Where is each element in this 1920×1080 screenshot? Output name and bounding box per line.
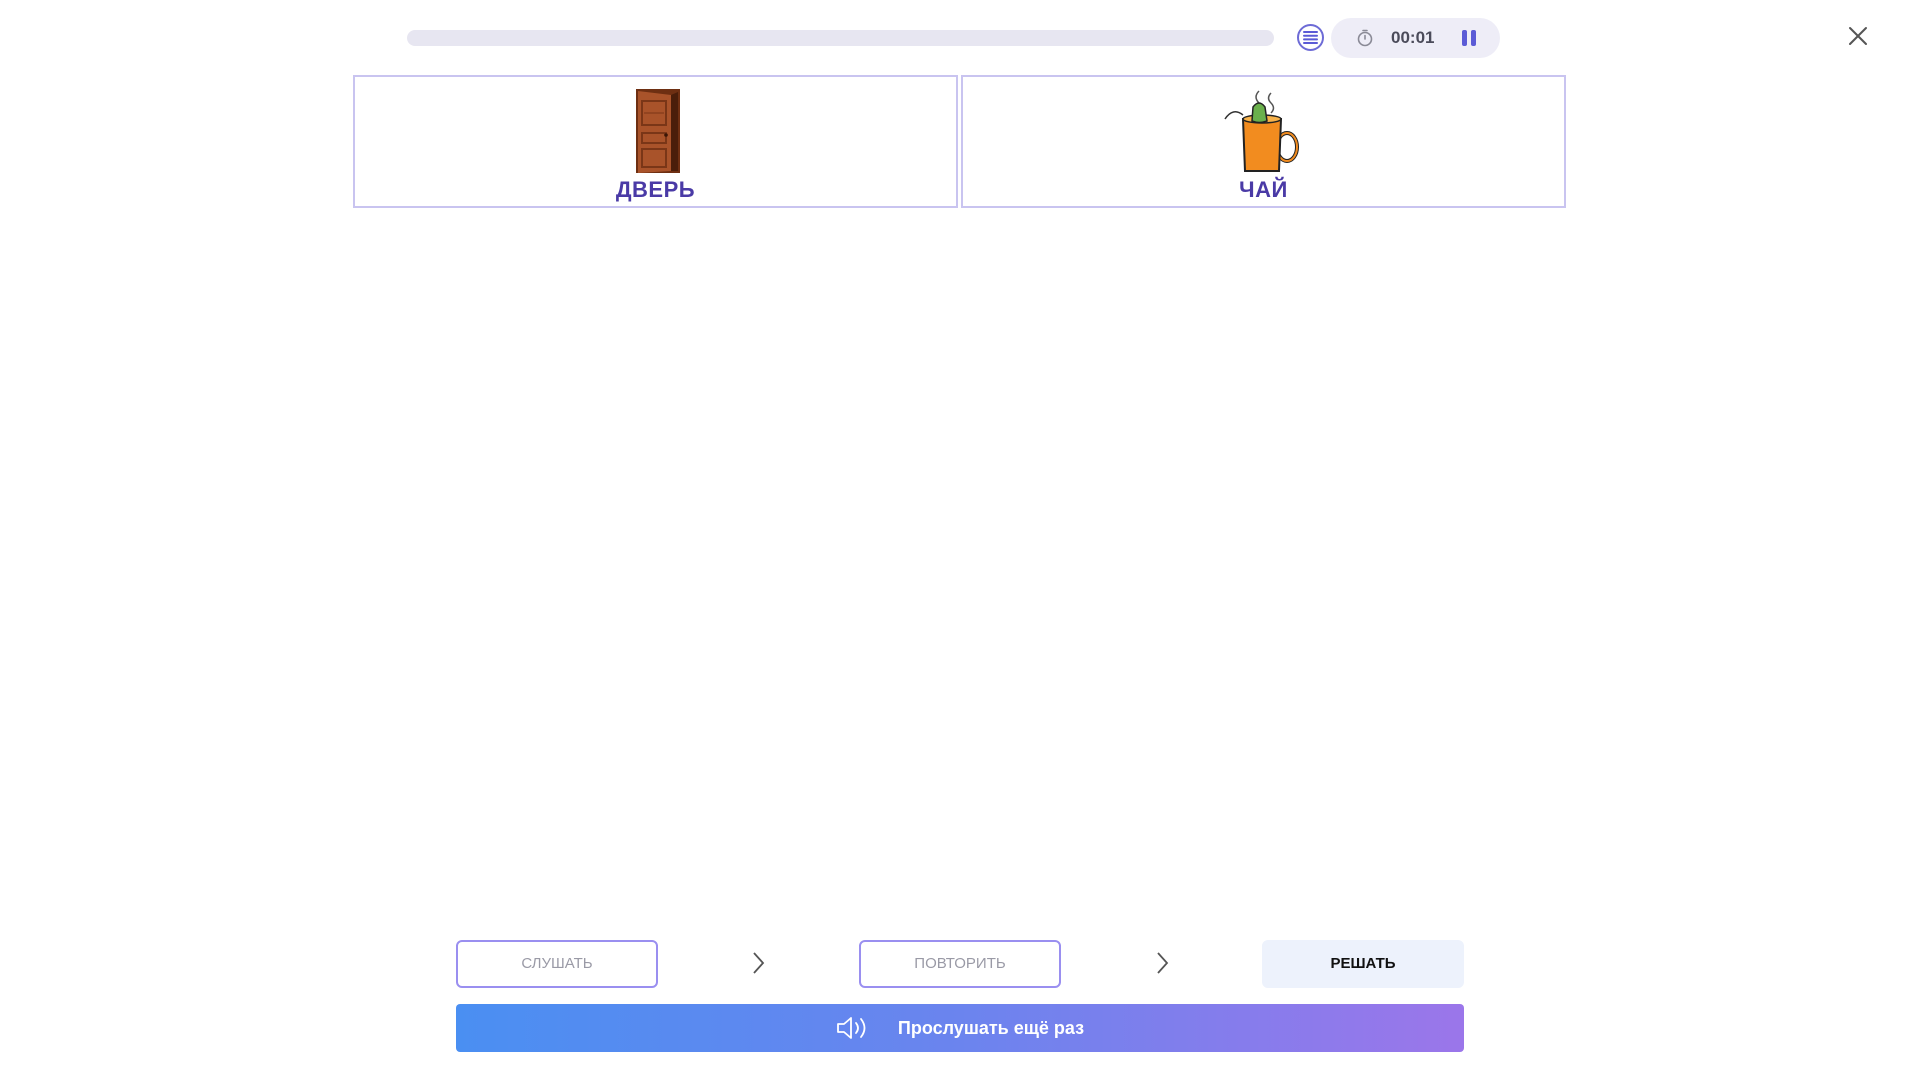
- stopwatch-icon: [1357, 29, 1373, 47]
- word-card-label: ЧАЙ: [1239, 177, 1288, 202]
- pause-icon-bar: [1471, 30, 1476, 46]
- timer: 00:01: [1331, 18, 1500, 58]
- listen-again-label: Прослушать ещё раз: [897, 1017, 1085, 1038]
- step-solve-button[interactable]: РЕШАТЬ: [1262, 940, 1464, 988]
- close-icon: [1849, 27, 1867, 45]
- listen-again-button[interactable]: Прослушать ещё раз: [456, 1004, 1464, 1052]
- step-listen-button[interactable]: СЛУШАТЬ: [456, 940, 658, 988]
- word-card-label: ДВЕРЬ: [615, 177, 696, 202]
- task-list-button[interactable]: [1297, 24, 1324, 51]
- exercise-screen: 00:01 ДВЕРЬ ЧАЙ СЛУШАТЬ ПОВТОРИТЬ РЕШАТЬ…: [0, 0, 1920, 1080]
- list-icon: [1303, 31, 1318, 44]
- step-repeat-button[interactable]: ПОВТОРИТЬ: [859, 940, 1061, 988]
- progress-bar: [407, 30, 1274, 46]
- speaker-icon: [837, 1017, 866, 1039]
- tea-mug-image: [1223, 90, 1299, 172]
- pause-icon: [1462, 30, 1467, 46]
- word-card-door[interactable]: ДВЕРЬ: [353, 75, 958, 208]
- close-button[interactable]: [1846, 24, 1870, 48]
- timer-value: 00:01: [1391, 28, 1435, 47]
- word-card-tea[interactable]: ЧАЙ: [961, 75, 1566, 208]
- chevron-right-icon: [1157, 952, 1169, 974]
- chevron-right-icon: [753, 952, 765, 974]
- pause-button[interactable]: [1458, 27, 1480, 49]
- door-image: [635, 89, 680, 173]
